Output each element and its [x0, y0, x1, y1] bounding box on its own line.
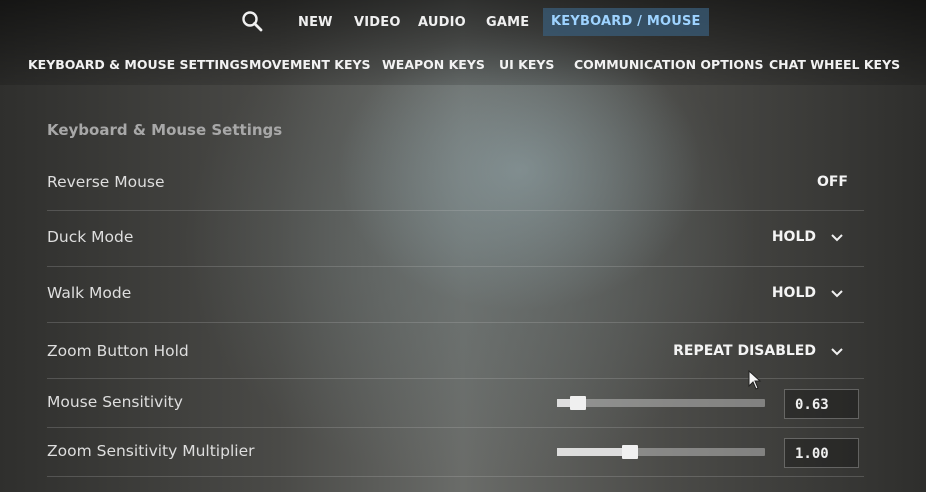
walk-mode-value[interactable]: HOLD — [772, 285, 816, 301]
setting-label: Walk Mode — [47, 284, 132, 302]
subtab-communication-options[interactable]: COMMUNICATION OPTIONS — [574, 57, 764, 72]
slider-handle[interactable] — [621, 445, 638, 459]
setting-row-zoom-sensitivity-multiplier[interactable]: Zoom Sensitivity Multiplier 1.00 — [47, 428, 864, 477]
reverse-mouse-value[interactable]: OFF — [817, 174, 848, 190]
setting-label: Reverse Mouse — [47, 173, 165, 191]
subtab-chat-wheel-keys[interactable]: CHAT WHEEL KEYS — [769, 57, 900, 72]
search-icon[interactable] — [241, 10, 263, 32]
setting-row-walk-mode[interactable]: Walk Mode HOLD — [47, 267, 864, 323]
zoom-sensitivity-slider[interactable] — [557, 445, 765, 459]
tab-keyboard-mouse[interactable]: KEYBOARD / MOUSE — [543, 8, 709, 36]
tab-new[interactable]: NEW — [298, 12, 333, 34]
section-title: Keyboard & Mouse Settings — [47, 121, 283, 139]
subtab-ui-keys[interactable]: UI KEYS — [499, 57, 554, 72]
chevron-down-icon[interactable] — [830, 345, 844, 359]
setting-label: Mouse Sensitivity — [47, 393, 183, 411]
tab-audio[interactable]: AUDIO — [418, 12, 466, 34]
setting-row-reverse-mouse[interactable]: Reverse Mouse OFF — [47, 160, 864, 211]
slider-fill — [557, 448, 630, 456]
subtab-keyboard-mouse-settings[interactable]: KEYBOARD & MOUSE SETTINGS — [28, 57, 249, 72]
setting-row-duck-mode[interactable]: Duck Mode HOLD — [47, 211, 864, 267]
zoom-button-hold-value[interactable]: REPEAT DISABLED — [673, 343, 816, 359]
tab-game[interactable]: GAME — [486, 12, 529, 34]
mouse-sensitivity-slider[interactable] — [557, 396, 765, 410]
subtab-weapon-keys[interactable]: WEAPON KEYS — [382, 57, 485, 72]
subtab-movement-keys[interactable]: MOVEMENT KEYS — [249, 57, 371, 72]
chevron-down-icon[interactable] — [830, 231, 844, 245]
setting-row-zoom-button-hold[interactable]: Zoom Button Hold REPEAT DISABLED — [47, 323, 864, 379]
slider-handle[interactable] — [569, 396, 586, 410]
tab-video[interactable]: VIDEO — [354, 12, 401, 34]
setting-label: Zoom Sensitivity Multiplier — [47, 442, 255, 460]
duck-mode-value[interactable]: HOLD — [772, 229, 816, 245]
setting-label: Duck Mode — [47, 228, 134, 246]
zoom-sensitivity-input[interactable]: 1.00 — [784, 438, 859, 468]
mouse-sensitivity-input[interactable]: 0.63 — [784, 389, 859, 419]
setting-row-mouse-sensitivity[interactable]: Mouse Sensitivity 0.63 — [47, 379, 864, 428]
chevron-down-icon[interactable] — [830, 287, 844, 301]
setting-label: Zoom Button Hold — [47, 342, 189, 360]
mouse-cursor-icon — [748, 370, 762, 390]
